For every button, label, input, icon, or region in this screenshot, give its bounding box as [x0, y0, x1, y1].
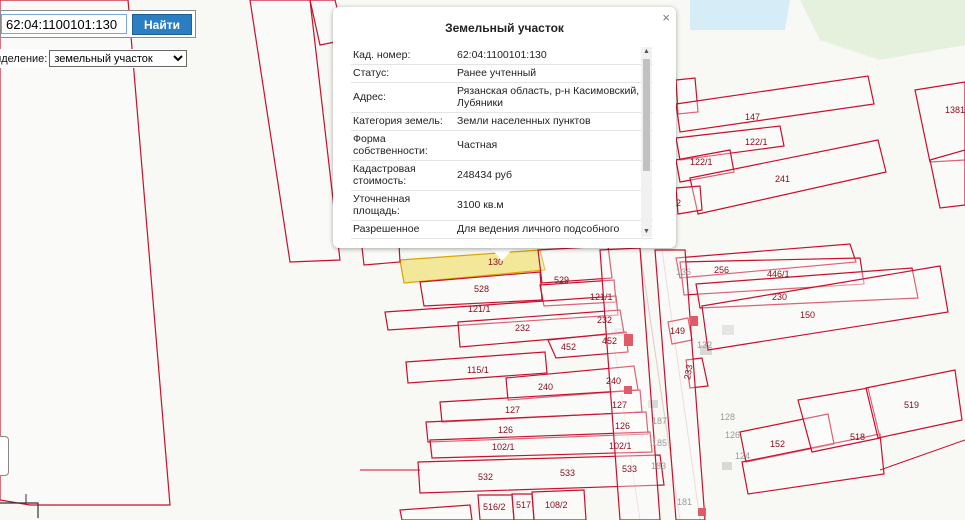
plot-number-label: 121/1: [590, 292, 613, 302]
plot-number-label: 149: [670, 326, 685, 336]
plot-number-label: 518: [850, 432, 865, 442]
plot-number-label: 230: [772, 292, 787, 302]
cadastral-search-panel: Найти: [0, 10, 196, 38]
find-button[interactable]: Найти: [132, 14, 192, 35]
property-row: Кадастровая стоимость: 248434 руб: [351, 160, 653, 191]
building-number-label: 136: [676, 267, 691, 277]
zoom-control[interactable]: [0, 436, 9, 476]
building-number-label: 124: [735, 451, 750, 461]
property-value: 62:04:1100101:130: [455, 47, 653, 65]
building-number-label: 183: [651, 461, 666, 471]
popup-properties: Кад. номер: 62:04:1100101:130 Статус: Ранее…: [351, 47, 653, 243]
plot-number-label: 232: [597, 315, 612, 325]
parcel-info-popup: Земельный участок × Кад. номер: 62:04:110…: [333, 7, 676, 248]
property-row: Уточненная площадь: 3100 кв.м: [351, 190, 653, 221]
property-key: Кадастровая стоимость:: [351, 160, 455, 191]
scale-bar-icon: [0, 494, 39, 518]
plot-number-label: 517: [516, 500, 531, 510]
plot-number-label: 115/1: [467, 365, 489, 375]
plot-number-label: 150: [800, 310, 815, 320]
plot-number-label: 127: [505, 405, 520, 415]
properties-table: Кад. номер: 62:04:1100101:130 Статус: Ранее…: [351, 47, 653, 239]
property-key: Разрешенное: [351, 220, 455, 239]
property-value: 248434 руб: [455, 160, 653, 191]
plot-number-label: 108/2: [545, 500, 568, 510]
building-number-label: 126: [725, 430, 740, 440]
plot-number-label: 452: [561, 342, 576, 352]
property-row: Форма собственности: Частная: [351, 130, 653, 161]
selection-label: Выделение:: [0, 52, 48, 65]
property-row: Категория земель: Земли населенных пункто…: [351, 112, 653, 131]
plot-number-label: 102/1: [492, 442, 515, 452]
plot-number-label: 533: [622, 464, 637, 474]
building-number-label: 181: [677, 497, 692, 507]
plot-number-label: 241: [775, 174, 790, 184]
plot-number-label: 446/1: [767, 269, 790, 279]
plot-number-label: 516/2: [483, 502, 506, 512]
plot-number-label: 532: [478, 472, 493, 482]
plot-number-label: 528: [474, 284, 489, 294]
property-key: Кад. номер:: [351, 47, 455, 65]
popup-scrollbar[interactable]: ▲ ▼: [641, 47, 652, 237]
plot-number-label: 232: [515, 323, 530, 333]
property-value: Земли населенных пунктов: [455, 112, 653, 131]
property-key: Уточненная площадь:: [351, 190, 455, 221]
property-value: Рязанская область, р-н Касимовский, с Лу…: [455, 82, 653, 113]
building-number-label: 132: [697, 340, 712, 350]
building-number-label: 128: [720, 412, 735, 422]
plot-number-label: 519: [904, 400, 919, 410]
property-key: Статус:: [351, 64, 455, 83]
scroll-down-icon[interactable]: ▼: [641, 227, 652, 237]
plot-number-label: 256: [714, 265, 729, 275]
property-value: Для ведения личного подсобного: [455, 220, 653, 239]
plot-number-label: 240: [538, 382, 553, 392]
plot-number-label: 147: [745, 112, 760, 122]
scroll-up-icon[interactable]: ▲: [641, 47, 652, 57]
plot-number-label: 533: [560, 468, 575, 478]
close-icon[interactable]: ×: [662, 10, 670, 25]
selection-layer-row: Выделение: земельный участок: [0, 49, 188, 68]
property-value: Ранее учтенный: [455, 64, 653, 83]
property-value: 3100 кв.м: [455, 190, 653, 221]
plot-number-label: 452: [602, 336, 617, 346]
plot-number-label: 126: [615, 421, 630, 431]
plot-number-label: 122/1: [745, 137, 768, 147]
property-row: Разрешенное Для ведения личного подсобног…: [351, 220, 653, 239]
building-number-label: 187: [652, 416, 667, 426]
property-value: Частная: [455, 130, 653, 161]
plot-number-label: 152: [770, 439, 785, 449]
plot-number-label: 240: [606, 376, 621, 386]
property-row: Кад. номер: 62:04:1100101:130: [351, 47, 653, 65]
property-key: Категория земель:: [351, 112, 455, 131]
popup-pointer: [490, 247, 514, 261]
building-number-label: 185: [652, 438, 667, 448]
plot-number-label: 127: [612, 400, 627, 410]
plot-number-label: 529: [554, 275, 569, 285]
plot-number-label: 121/1: [468, 304, 491, 314]
plot-number-label: 126: [498, 425, 513, 435]
search-input[interactable]: [1, 14, 127, 34]
plot-number-label: 102/1: [609, 441, 632, 451]
scroll-thumb[interactable]: [643, 59, 650, 171]
property-key: Адрес:: [351, 82, 455, 113]
plot-number-label: 122/1: [690, 157, 713, 167]
selection-type-select[interactable]: земельный участок: [49, 50, 188, 67]
plot-number-label: 2: [676, 198, 681, 208]
property-key: Форма собственности:: [351, 130, 455, 161]
popup-title: Земельный участок: [445, 21, 564, 35]
property-row: Адрес: Рязанская область, р-н Касимовский…: [351, 82, 653, 113]
plot-number-label: 1381: [945, 105, 965, 115]
property-row: Статус: Ранее учтенный: [351, 64, 653, 83]
